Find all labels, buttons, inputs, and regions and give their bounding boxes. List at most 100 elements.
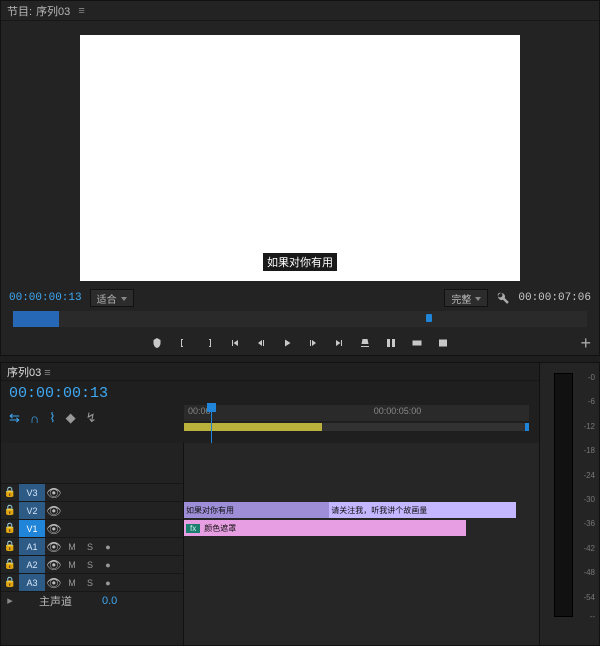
meter-tick: -12 [583,422,595,431]
meter-well[interactable] [554,373,573,617]
meter-tick: -30 [583,495,595,504]
meter-scale: -0 -6 -12 -18 -24 -30 -36 -42 -48 -54 -- [575,373,595,617]
lift-icon[interactable] [358,336,372,350]
link-icon[interactable]: ⌇ [49,410,55,426]
eye-icon[interactable]: 👁 [45,576,63,590]
eye-icon[interactable]: 👁 [45,522,63,536]
program-canvas-wrap: 如果对你有用 [1,21,599,287]
lock-icon[interactable]: 🔒 [1,541,19,552]
eye-icon[interactable]: 👁 [45,504,63,518]
program-out-marker[interactable] [426,314,432,322]
timeline-timecode[interactable]: 00:00:00:13 [1,381,599,406]
lock-icon[interactable]: 🔒 [1,523,19,534]
lane-a3[interactable] [184,573,599,591]
eye-icon[interactable]: 👁 [45,540,63,554]
timeline-tab[interactable]: 序列03 [7,364,51,380]
master-label: 主声道 [39,593,72,609]
lane-v2[interactable]: 如果对你有用 请关注我，听我讲个故画量 [184,501,599,519]
meter-tick: -6 [588,397,595,406]
meter-tick: -36 [583,519,595,528]
meter-tick: -- [590,612,595,621]
lane-v1[interactable]: fx 颜色遮罩 [184,519,599,537]
mute-button[interactable]: M [63,578,81,588]
track-header-a3[interactable]: 🔒 A3 👁 M S ● [1,573,183,591]
program-canvas[interactable]: 如果对你有用 [80,35,520,281]
program-scrub-playhead[interactable] [13,311,59,327]
lock-icon[interactable]: 🔒 [1,559,19,570]
track-lanes[interactable]: 如果对你有用 请关注我，听我讲个故画量 fx 颜色遮罩 [184,443,599,645]
track-header-a2[interactable]: 🔒 A2 👁 M S ● [1,555,183,573]
clip-v1[interactable]: fx 颜色遮罩 [184,520,466,536]
ruler-tick: 00:00 [188,406,211,416]
program-scrub-bar[interactable] [13,311,587,327]
out-bracket-icon[interactable] [202,336,216,350]
meter-tick: -24 [583,471,595,480]
track-name[interactable]: V3 [19,484,45,501]
clip-label: 颜色遮罩 [204,523,236,534]
marker-add-icon[interactable]: ◆ [66,410,76,426]
track-name[interactable]: A1 [19,538,45,555]
meter-tick: -54 [583,593,595,602]
solo-button[interactable]: S [81,542,99,552]
button-editor-plus-icon[interactable]: + [580,333,591,354]
meter-tick: -0 [588,373,595,382]
mic-icon[interactable]: ● [99,578,117,588]
program-sequence-name: 序列03 [36,3,70,19]
step-back-icon[interactable] [254,336,268,350]
audio-meters: -0 -6 -12 -18 -24 -30 -36 -42 -48 -54 -- [539,363,599,645]
clip-v2-b[interactable]: 请关注我，听我讲个故画量 [329,502,516,518]
work-area-range[interactable] [184,423,322,431]
program-timecode-duration: 00:00:07:06 [518,292,591,304]
solo-button[interactable]: S [81,560,99,570]
transport-bar: + [1,331,599,355]
hamburger-icon[interactable]: ≡ [78,5,84,17]
eye-icon[interactable]: 👁 [45,558,63,572]
insert-icon[interactable] [384,336,398,350]
solo-button[interactable]: S [81,578,99,588]
lock-icon[interactable]: 🔒 [1,505,19,516]
mic-icon[interactable]: ● [99,542,117,552]
mic-icon[interactable]: ● [99,560,117,570]
timeline-workbar[interactable] [184,423,529,431]
export-frame-icon[interactable] [436,336,450,350]
step-fwd-icon[interactable] [306,336,320,350]
clip-v2-a[interactable]: 如果对你有用 [184,502,329,518]
mute-button[interactable]: M [63,560,81,570]
work-area-end-handle[interactable] [525,423,529,431]
go-to-out-icon[interactable] [332,336,346,350]
lock-icon[interactable]: 🔒 [1,487,19,498]
marker-icon[interactable] [150,336,164,350]
in-bracket-icon[interactable] [176,336,190,350]
fx-badge: fx [186,524,200,533]
program-timecode-current[interactable]: 00:00:00:13 [9,292,82,304]
master-track[interactable]: ▸ 主声道 0.0 [1,591,183,609]
timeline-header: 序列03 [1,363,599,381]
snap-icon[interactable]: ⇆ [9,410,20,426]
track-name[interactable]: V2 [19,502,45,519]
mute-button[interactable]: M [63,542,81,552]
magnet-icon[interactable]: ∩ [30,411,39,426]
track-name[interactable]: A3 [19,574,45,591]
track-header-v1[interactable]: 🔒 V1 👁 [1,519,183,537]
eye-icon[interactable]: 👁 [45,486,63,500]
track-header-v3[interactable]: 🔒 V3 👁 [1,483,183,501]
timeline-ruler[interactable]: 00:00 00:00:05:00 [184,405,529,421]
overwrite-icon[interactable] [410,336,424,350]
lane-a2[interactable] [184,555,599,573]
settings-wrench-icon[interactable] [496,291,510,305]
track-header-v2[interactable]: 🔒 V2 👁 [1,501,183,519]
zoom-dropdown[interactable]: 适合 [90,289,134,307]
resolution-dropdown-label: 完整 [451,291,471,306]
wrench-icon[interactable]: ↯ [86,410,97,426]
expand-icon[interactable]: ▸ [1,594,19,607]
track-header-a1[interactable]: 🔒 A1 👁 M S ● [1,537,183,555]
master-value[interactable]: 0.0 [102,595,117,607]
resolution-dropdown[interactable]: 完整 [444,289,488,307]
play-icon[interactable] [280,336,294,350]
lock-icon[interactable]: 🔒 [1,577,19,588]
go-to-in-icon[interactable] [228,336,242,350]
track-name[interactable]: V1 [19,520,45,537]
lane-a1[interactable] [184,537,599,555]
track-name[interactable]: A2 [19,556,45,573]
lane-v3[interactable] [184,483,599,501]
